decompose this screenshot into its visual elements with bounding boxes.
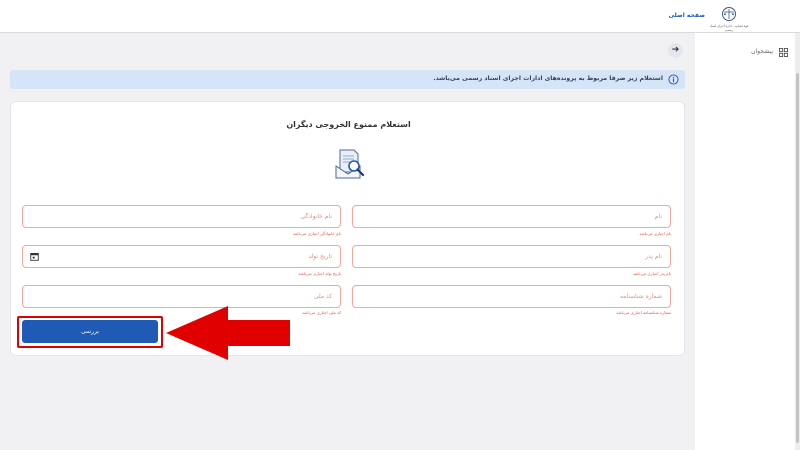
form-title: استعلام ممنوع الخروجی دیگران: [286, 120, 411, 129]
home-link[interactable]: صفحه اصلی: [668, 12, 705, 19]
id-number-hint: شماره شناسنامه اجباری می‌باشد: [616, 310, 671, 315]
back-button[interactable]: ➔: [668, 43, 683, 58]
first-name-placeholder: نام: [654, 213, 662, 220]
id-number-field[interactable]: شماره شناسنامه: [352, 285, 671, 308]
top-bar: قوه قضاییه · اداره اجرای اسناد رسمی صفحه…: [0, 0, 800, 33]
scrollbar-thumb[interactable]: [796, 73, 799, 443]
banner-text: استعلام زیر صرفا مربوط به پرونده‌های ادا…: [433, 75, 663, 82]
info-icon: [668, 74, 679, 85]
national-code-placeholder: کد ملی: [313, 293, 332, 300]
father-name-hint: نام پدر اجباری می‌باشد: [632, 271, 671, 276]
last-name-field[interactable]: نام خانوادگی: [22, 205, 341, 228]
logo-caption: قوه قضاییه · اداره اجرای اسناد رسمی: [709, 24, 749, 32]
first-name-hint: نام اجباری می‌باشد: [639, 231, 671, 236]
birth-date-hint: تاریخ تولد اجباری می‌باشد: [298, 271, 341, 276]
dashboard-grid-icon: [779, 48, 788, 57]
submit-button[interactable]: بررسی: [22, 320, 158, 343]
document-search-icon: [335, 149, 365, 179]
last-name-hint: نام خانوادگی اجباری می‌باشد: [293, 231, 341, 236]
scrollbar[interactable]: [795, 33, 800, 450]
birth-date-placeholder: تاریخ تولد: [308, 253, 332, 260]
calendar-icon[interactable]: [30, 252, 39, 261]
father-name-field[interactable]: نام پدر: [352, 245, 671, 268]
birth-date-field[interactable]: تاریخ تولد: [22, 245, 341, 268]
father-name-placeholder: نام پدر: [645, 253, 662, 260]
sidebar: پیشخوان: [695, 33, 800, 450]
first-name-field[interactable]: نام: [352, 205, 671, 228]
id-number-placeholder: شماره شناسنامه: [619, 293, 662, 300]
annotation-arrow-icon: [166, 306, 290, 360]
sidebar-item-label: پیشخوان: [751, 48, 773, 55]
last-name-placeholder: نام خانوادگی: [300, 213, 332, 220]
info-banner: استعلام زیر صرفا مربوط به پرونده‌های ادا…: [10, 70, 685, 89]
arrow-right-icon: ➔: [671, 45, 680, 55]
judiciary-logo-icon[interactable]: [720, 6, 738, 24]
